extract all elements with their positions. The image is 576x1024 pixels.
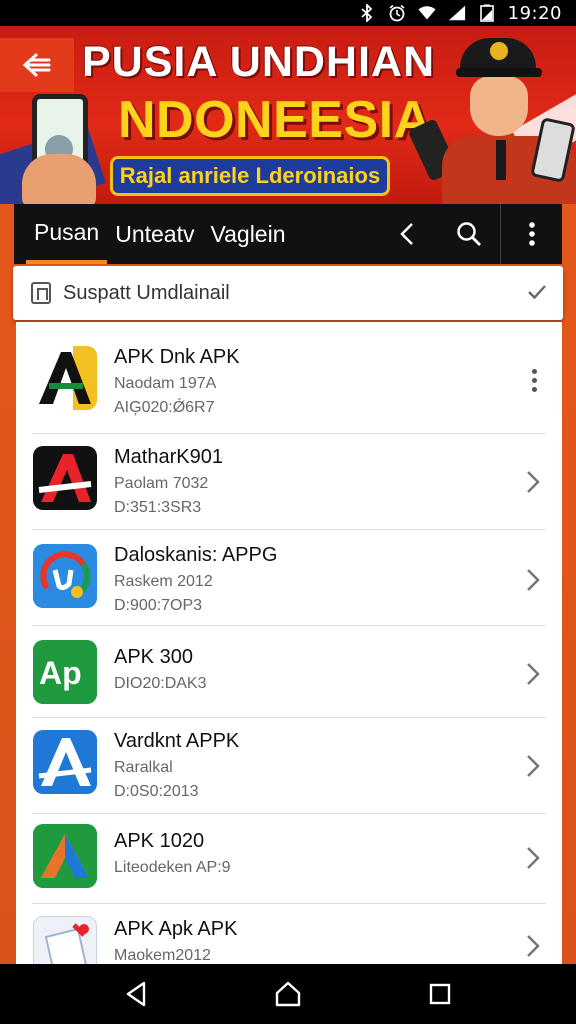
check-icon[interactable] — [527, 280, 547, 306]
status-time: 19:20 — [507, 2, 562, 24]
app-subtitle: Liteodeken AP:9 — [114, 859, 231, 876]
home-icon — [275, 981, 301, 1007]
chevron-right-icon[interactable] — [520, 746, 546, 786]
app-subtitle: Paolam 7032 — [114, 475, 209, 492]
app-title: APK 1020 — [114, 830, 205, 852]
search-icon — [457, 222, 481, 246]
hand-illustration — [22, 154, 96, 204]
navigation-bar — [0, 964, 576, 1024]
app-title: APK Dnk APK — [114, 346, 240, 368]
bluetooth-icon — [358, 4, 376, 22]
app-meta: D:900:7OP3 — [114, 597, 203, 614]
chevron-right-icon[interactable] — [520, 654, 546, 694]
nav-home-button[interactable] — [248, 964, 328, 1024]
back-button[interactable] — [0, 38, 74, 92]
app-subtitle: Naodam 197A — [114, 375, 217, 392]
app-title: MatharK901 — [114, 446, 223, 468]
nav-back-button[interactable] — [96, 964, 176, 1024]
overflow-menu-button[interactable] — [500, 204, 562, 264]
chevron-right-icon[interactable] — [520, 560, 546, 600]
tab-pusan[interactable]: Pusan — [26, 204, 108, 264]
app-subtitle: Raralkal — [114, 759, 173, 776]
cell-signal-icon — [448, 4, 466, 22]
search-button[interactable] — [438, 204, 500, 264]
app-subtitle: DIO20:DAK3 — [114, 675, 207, 692]
status-bar: 19:20 — [0, 0, 576, 26]
alarm-icon — [388, 4, 406, 22]
app-logo-icon — [33, 346, 97, 410]
app-title: Vardknt APPK — [114, 730, 240, 752]
square-recents-icon — [429, 983, 451, 1005]
more-options-icon[interactable] — [524, 360, 544, 400]
banner-subtitle: Rajal anriele Lderoinaios — [110, 156, 390, 196]
clipboard-icon — [31, 282, 51, 304]
search-text[interactable]: Suspatt Umdlainail — [63, 282, 527, 305]
list-item[interactable]: APK Dnk APK Naodam 197A AIĢ020:Ǿ6R7 — [16, 322, 562, 434]
app-meta: AIĢ020:Ǿ6R7 — [114, 399, 215, 416]
chevron-right-icon[interactable] — [520, 462, 546, 502]
officer-illustration — [407, 36, 576, 204]
app-logo-icon: Ap — [33, 640, 97, 704]
list-item[interactable]: Daloskanis: APPG Raskem 2012 D:900:7OP3 — [16, 530, 562, 626]
list-item[interactable]: APK Apk APK Maokem2012 — [16, 904, 562, 964]
chevron-right-icon[interactable] — [520, 926, 546, 964]
nav-recents-button[interactable] — [400, 964, 480, 1024]
wifi-icon — [418, 4, 436, 22]
battery-icon — [478, 4, 496, 22]
list-item[interactable]: APK 1020 Liteodeken AP:9 — [16, 814, 562, 904]
tab-bar: Pusan Unteatv Vaglein — [14, 204, 562, 264]
app-meta: D:351:3SR3 — [114, 499, 202, 516]
list-item[interactable]: MatharK901 Paolam 7032 D:351:3SR3 — [16, 434, 562, 530]
app-logo-icon — [33, 916, 97, 964]
app-logo-icon — [33, 544, 97, 608]
app-logo-icon — [33, 446, 97, 510]
banner-title-line2: NDONEESIA — [118, 91, 432, 149]
app-title: APK 300 — [114, 646, 193, 668]
triangle-back-icon — [126, 981, 146, 1007]
app-meta: D:0S0:2013 — [114, 783, 199, 800]
promo-banner[interactable]: PUSIA UNDHIAN NDONEESIA Rajal anriele Ld… — [0, 26, 576, 204]
chevron-right-icon[interactable] — [520, 838, 546, 878]
tab-unteatv[interactable]: Unteatv — [107, 204, 202, 264]
tab-vaglein[interactable]: Vaglein — [202, 204, 293, 264]
app-title: Daloskanis: APPG — [114, 544, 278, 566]
banner-title-line1: PUSIA UNDHIAN — [82, 38, 436, 86]
app-title: APK Apk APK — [114, 918, 238, 940]
svg-text:Ap: Ap — [39, 655, 82, 691]
back-arrow-icon — [22, 53, 51, 77]
app-subtitle: Maokem2012 — [114, 947, 211, 964]
app-logo-icon — [33, 824, 97, 888]
list-item[interactable]: Vardknt APPK Raralkal D:0S0:2013 — [16, 718, 562, 814]
more-vertical-icon — [528, 222, 535, 246]
app-logo-icon — [33, 730, 97, 794]
chevron-left-icon — [400, 223, 413, 245]
list-item[interactable]: Ap APK 300 DIO20:DAK3 — [16, 626, 562, 718]
app-subtitle: Raskem 2012 — [114, 573, 213, 590]
back-chevron-button[interactable] — [376, 204, 438, 264]
app-list: APK Dnk APK Naodam 197A AIĢ020:Ǿ6R7 Math… — [16, 322, 562, 964]
search-bar[interactable]: Suspatt Umdlainail — [13, 266, 563, 320]
screen: 19:20 PUSIA UNDHIAN NDONEESIA Rajal anri… — [0, 0, 576, 1024]
